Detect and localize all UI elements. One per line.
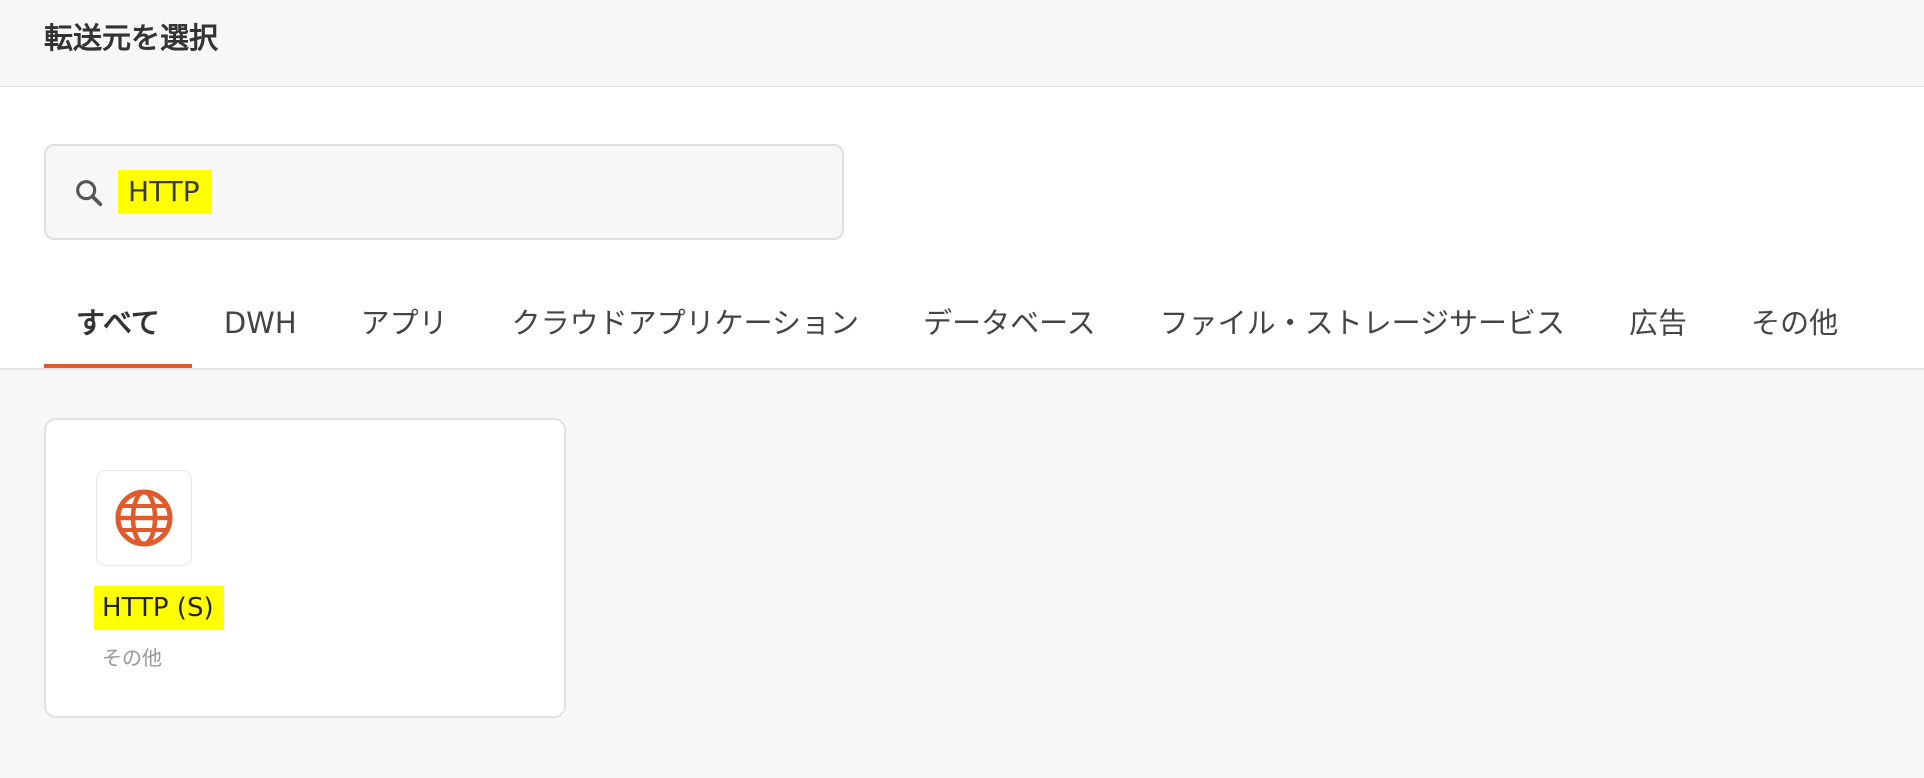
tab-file-storage[interactable]: ファイル・ストレージサービス xyxy=(1128,292,1597,368)
page: 転送元を選択 HTTP すべて DWH アプリ クラウドアプリケーション データ… xyxy=(0,0,1924,778)
tab-database[interactable]: データベース xyxy=(891,292,1128,368)
connector-logo xyxy=(96,470,192,566)
page-title: 転送元を選択 xyxy=(44,21,219,55)
search-panel: HTTP すべて DWH アプリ クラウドアプリケーション データベース ファイ… xyxy=(0,87,1924,370)
search-input[interactable]: HTTP xyxy=(44,144,844,240)
connector-category: その他 xyxy=(102,646,162,670)
search-icon xyxy=(76,180,103,207)
tab-ads[interactable]: 広告 xyxy=(1597,292,1719,368)
connector-title: HTTP (S) xyxy=(94,586,224,630)
tab-app[interactable]: アプリ xyxy=(329,292,480,368)
connector-card-http[interactable]: HTTP (S) その他 xyxy=(44,418,566,718)
tab-cloud-application[interactable]: クラウドアプリケーション xyxy=(480,292,891,368)
search-value[interactable]: HTTP xyxy=(118,170,212,214)
globe-icon xyxy=(115,489,173,547)
tab-dwh[interactable]: DWH xyxy=(192,292,329,368)
tab-all[interactable]: すべて xyxy=(44,292,192,368)
header: 転送元を選択 xyxy=(0,0,1924,87)
tab-other[interactable]: その他 xyxy=(1719,292,1870,368)
category-tabs: すべて DWH アプリ クラウドアプリケーション データベース ファイル・ストレ… xyxy=(44,292,1870,370)
